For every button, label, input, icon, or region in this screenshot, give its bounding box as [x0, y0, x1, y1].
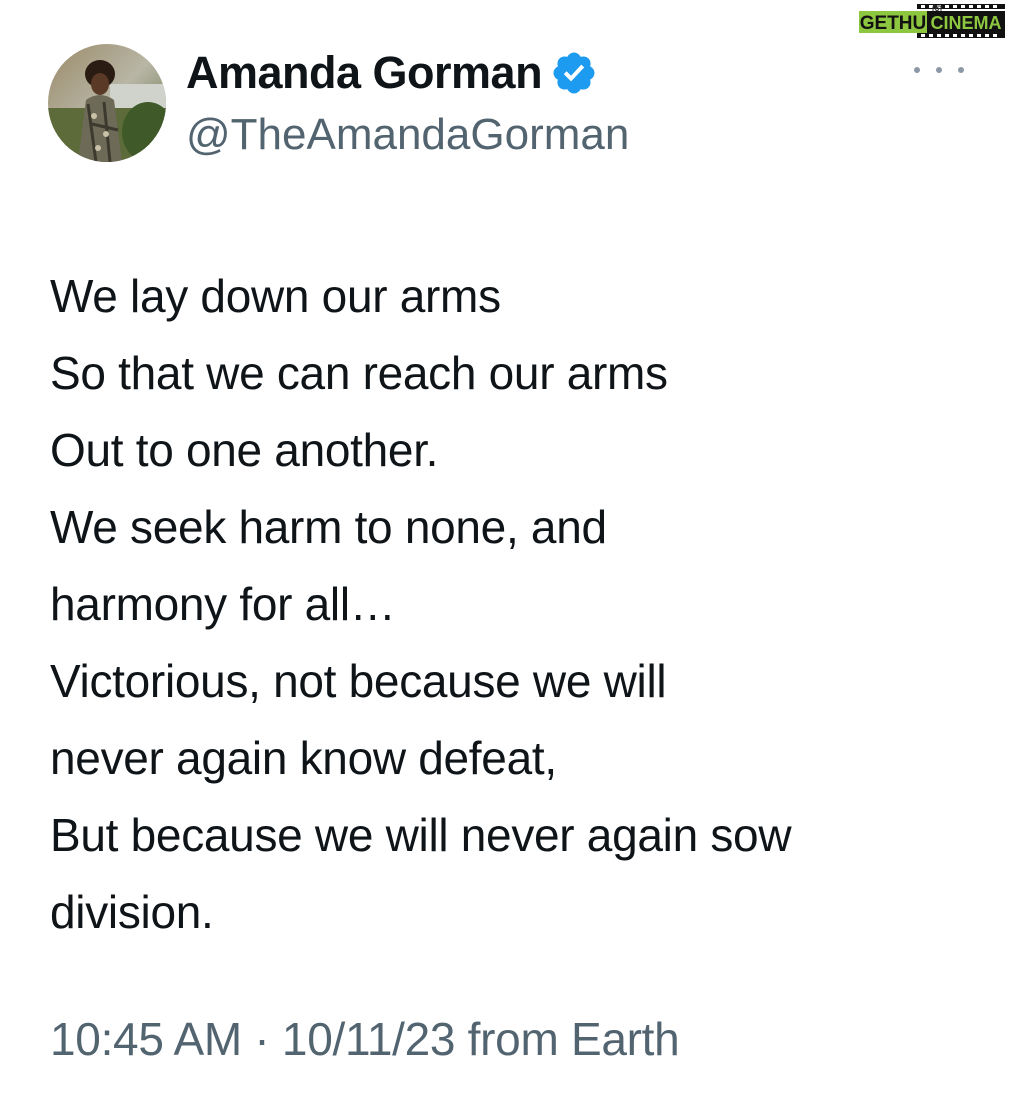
display-name[interactable]: Amanda Gorman — [186, 47, 543, 99]
tweet-line: division. — [50, 886, 214, 938]
author-block: Amanda Gorman @TheAmandaGorman — [186, 46, 629, 160]
tweet-line: Out to one another. — [50, 424, 439, 476]
watermark-text-left: GETHU — [860, 13, 927, 34]
more-horizontal-icon[interactable] — [914, 58, 964, 82]
watermark-text-right: CINEMA — [931, 13, 1002, 33]
tweet-line: So that we can reach our arms — [50, 347, 668, 399]
tweet-timestamp[interactable]: 10:45 AM · 10/11/23 from Earth — [50, 1012, 680, 1066]
tweet-line: harmony for all… — [50, 578, 396, 630]
name-row: Amanda Gorman — [186, 46, 629, 100]
more-dot — [958, 67, 964, 73]
tweet-line: We lay down our arms — [50, 270, 501, 322]
tweet-line: never again know defeat, — [50, 732, 557, 784]
watermark-logo: GETHU CINEMA — [857, 4, 1007, 38]
tweet-line: Victorious, not because we will — [50, 655, 667, 707]
tweet-card: GETHU CINEMA Amanda Gorman @TheAmandaGor… — [0, 0, 1009, 1112]
tweet-line: But because we will never again sow — [50, 809, 792, 861]
handle[interactable]: @TheAmandaGorman — [186, 110, 629, 160]
more-dot — [914, 67, 920, 73]
verified-badge-icon[interactable] — [550, 49, 598, 97]
more-dot — [936, 67, 942, 73]
avatar[interactable] — [48, 44, 166, 162]
tweet-line: We seek harm to none, and — [50, 501, 607, 553]
tweet-text: We lay down our arms So that we can reac… — [50, 258, 980, 951]
